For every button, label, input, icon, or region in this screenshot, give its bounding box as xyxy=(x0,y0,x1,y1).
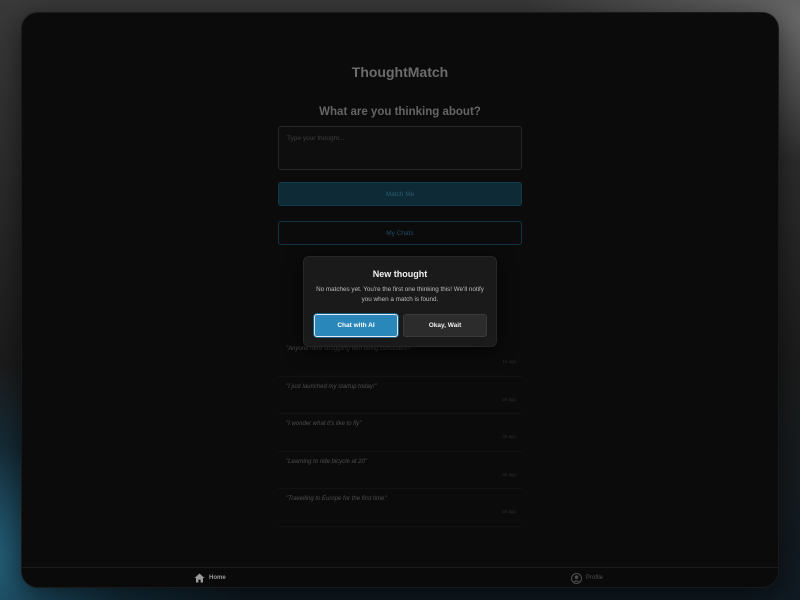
feed-item-time: 2h ago xyxy=(502,396,516,402)
feed-item-text: "I just launched my startup today!" xyxy=(286,383,377,390)
modal-title: New thought xyxy=(372,269,428,279)
app-screen: ThoughtMatch What are you thinking about… xyxy=(22,13,778,587)
nav-profile[interactable]: Profile xyxy=(571,572,603,584)
nav-profile-label: Profile xyxy=(586,575,604,581)
feed-item-time: 1h ago xyxy=(502,359,516,364)
feed-item[interactable]: "Travelling to Europe for the first time… xyxy=(278,489,522,527)
nav-home-label: Home xyxy=(209,575,226,581)
home-icon xyxy=(194,573,205,583)
feed-item-text: "I wonder what it's like to fly" xyxy=(286,421,362,427)
bottom-nav: Home Profile xyxy=(22,567,778,587)
feed-item[interactable]: "I just launched my startup today!" 2h a… xyxy=(278,377,522,414)
device-frame: ThoughtMatch What are you thinking about… xyxy=(22,13,778,587)
feed-item-time: 3h ago xyxy=(502,434,516,439)
modal-message: No matches yet. You're the first one thi… xyxy=(316,286,484,303)
chat-with-ai-button[interactable]: Chat with AI xyxy=(314,314,398,337)
thought-input[interactable] xyxy=(278,126,522,170)
feed-item[interactable]: "Learning to ride bicycle at 20" 4h ago xyxy=(278,452,522,489)
feed-item-text: "Learning to ride bicycle at 20" xyxy=(286,458,367,465)
match-me-button[interactable]: Match Me xyxy=(278,182,522,206)
feed-item[interactable]: "I wonder what it's like to fly" 3h ago xyxy=(278,414,522,452)
okay-wait-button[interactable]: Okay, Wait xyxy=(403,314,487,337)
feed-item-time: 4h ago xyxy=(502,471,516,477)
feed-item-text: "Travelling to Europe for the first time… xyxy=(286,496,387,502)
nav-home[interactable]: Home xyxy=(194,572,226,584)
app-title: ThoughtMatch xyxy=(351,64,449,80)
new-thought-modal: New thought No matches yet. You're the f… xyxy=(303,256,497,347)
my-chats-button[interactable]: My Chats xyxy=(278,221,522,245)
user-circle-icon xyxy=(571,572,582,584)
thought-feed: "Anyone here struggling with being consi… xyxy=(278,339,522,527)
feed-item-time: 5h ago xyxy=(502,509,516,514)
thought-prompt-heading: What are you thinking about? xyxy=(319,106,481,118)
